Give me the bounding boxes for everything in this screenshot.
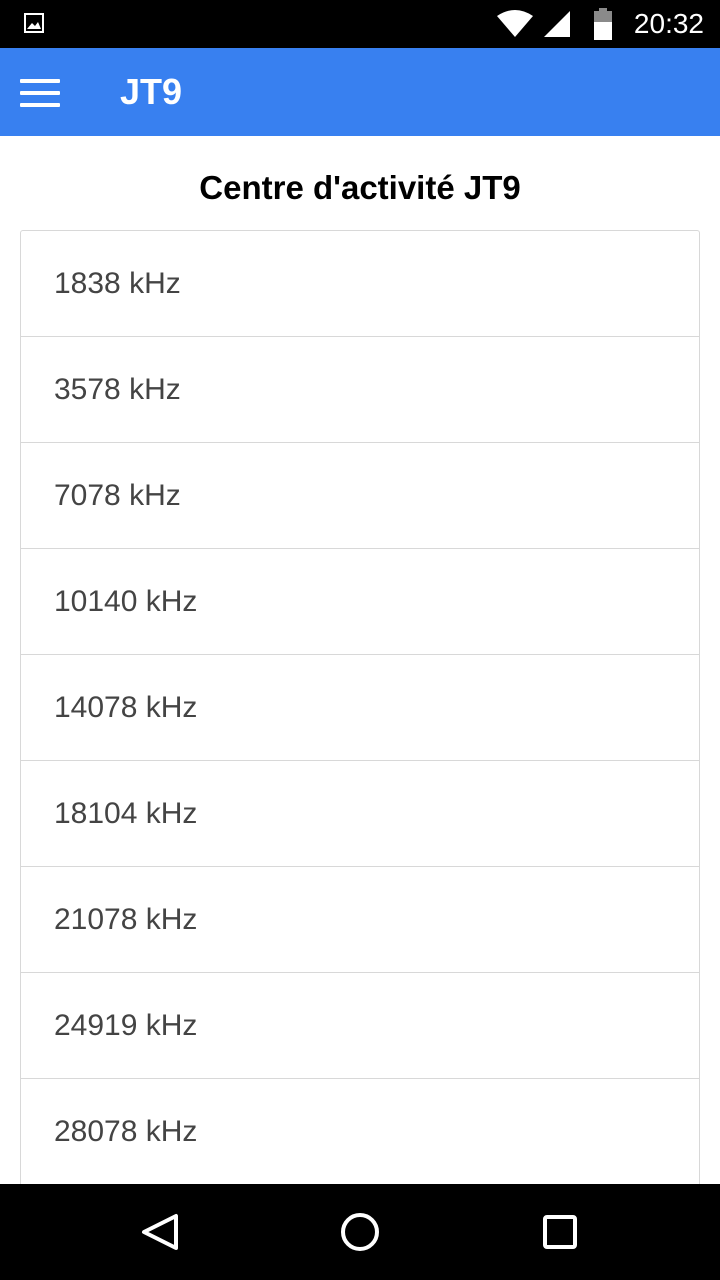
list-item-label: 21078 kHz <box>54 903 198 936</box>
list-item-label: 7078 kHz <box>54 479 181 512</box>
recents-icon <box>543 1215 577 1249</box>
list-item-label: 18104 kHz <box>54 797 198 830</box>
app-bar: JT9 <box>0 48 720 136</box>
cell-signal-icon <box>544 11 570 37</box>
battery-icon <box>594 8 612 40</box>
list-item[interactable]: 14078 kHz <box>21 655 699 761</box>
list-item-label: 24919 kHz <box>54 1009 198 1042</box>
list-item-label: 3578 kHz <box>54 373 181 406</box>
list-item-label: 14078 kHz <box>54 691 198 724</box>
status-bar: 20:32 <box>0 0 720 48</box>
wifi-icon <box>497 10 533 37</box>
list-item[interactable]: 18104 kHz <box>21 761 699 867</box>
list-item[interactable]: 7078 kHz <box>21 443 699 549</box>
home-button[interactable] <box>330 1202 390 1262</box>
app-title: JT9 <box>120 71 183 112</box>
list-item-label: 28078 kHz <box>54 1115 198 1148</box>
recents-button[interactable] <box>530 1202 590 1262</box>
list-item-label: 10140 kHz <box>54 585 198 618</box>
menu-button[interactable] <box>10 62 70 122</box>
list-item[interactable]: 10140 kHz <box>21 549 699 655</box>
list-item[interactable]: 3578 kHz <box>21 337 699 443</box>
list-item[interactable]: 28078 kHz <box>21 1079 699 1185</box>
list-item-label: 1838 kHz <box>54 267 181 300</box>
system-nav-bar <box>0 1184 720 1280</box>
frequency-list: 1838 kHz 3578 kHz 7078 kHz 10140 kHz 140… <box>20 230 700 1185</box>
list-item[interactable]: 21078 kHz <box>21 867 699 973</box>
status-clock: 20:32 <box>633 8 704 39</box>
page-title: Centre d'activité JT9 <box>199 169 521 206</box>
list-item[interactable]: 24919 kHz <box>21 973 699 1079</box>
back-button[interactable] <box>130 1202 190 1262</box>
back-icon <box>142 1214 178 1250</box>
home-icon <box>341 1213 379 1251</box>
image-notification-icon <box>24 13 44 33</box>
list-item[interactable]: 1838 kHz <box>21 231 699 337</box>
